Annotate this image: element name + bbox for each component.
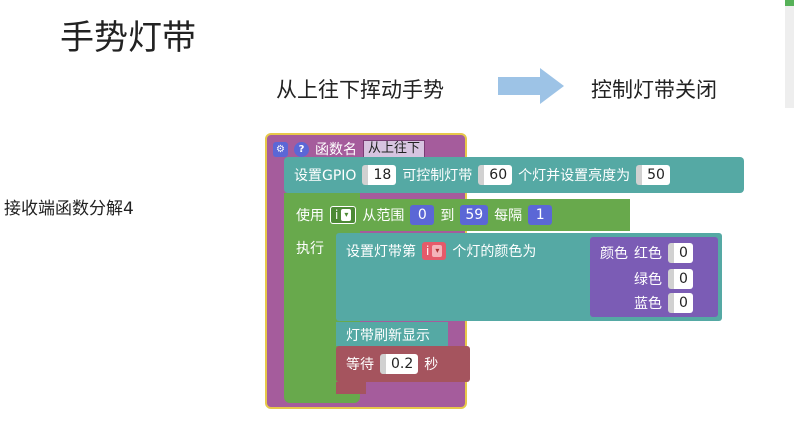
gpio-block[interactable]: 设置GPIO 18 可控制灯带 60 个灯并设置亮度为 50 — [284, 157, 744, 193]
slide-title: 手势灯带 — [60, 18, 196, 58]
blue-field[interactable]: 0 — [668, 293, 693, 313]
loop-to-label: 到 — [440, 208, 455, 224]
brightness-field[interactable]: 50 — [636, 165, 670, 185]
loop-from-field[interactable]: 0 — [410, 205, 435, 225]
loop-var-name: i — [335, 208, 339, 222]
right-arrow-icon — [498, 68, 564, 104]
exec-label: 执行 — [296, 241, 324, 257]
red-field[interactable]: 0 — [668, 243, 693, 263]
led-index-variable[interactable]: i ▾ — [422, 242, 447, 260]
color-label: 颜色 — [600, 246, 628, 262]
color-red-row: 颜色 红色 0 — [600, 243, 693, 263]
led-count-field[interactable]: 60 — [478, 165, 513, 185]
gpio-label2: 可控制灯带 — [402, 168, 473, 184]
loop-step-label: 每隔 — [494, 208, 523, 224]
wait-unit: 秒 — [424, 357, 439, 373]
edge-bar — [785, 0, 794, 108]
dropdown-icon[interactable]: ▾ — [341, 209, 352, 221]
red-label: 红色 — [634, 246, 662, 262]
color-block[interactable]: 颜色 红色 0 绿色 0 蓝色 0 — [590, 237, 718, 317]
set-led-label2: 个灯的颜色为 — [452, 244, 537, 260]
edge-indicator — [785, 0, 794, 6]
wait-label: 等待 — [346, 357, 374, 373]
refresh-block[interactable]: 灯带刷新显示 — [336, 322, 448, 346]
wait-value-field[interactable]: 0.2 — [380, 354, 419, 374]
set-led-label: 设置灯带第 — [346, 244, 416, 260]
set-led-row: 设置灯带第 i ▾ 个灯的颜色为 — [346, 241, 536, 261]
dropdown-icon[interactable]: ▾ — [432, 245, 443, 257]
green-label: 绿色 — [634, 272, 662, 288]
loop-use-label: 使用 — [296, 208, 324, 224]
function-name-field[interactable]: 从上往下 — [363, 140, 426, 158]
gpio-label3: 个灯并设置亮度为 — [518, 168, 631, 184]
wait-row: 等待 0.2 秒 — [346, 354, 438, 374]
side-label: 接收端函数分解4 — [4, 199, 134, 219]
wait-block[interactable]: 等待 0.2 秒 — [336, 346, 470, 382]
gesture-text: 从上往下挥动手势 — [276, 78, 444, 102]
refresh-label: 灯带刷新显示 — [346, 328, 430, 344]
led-var-name: i — [426, 244, 430, 258]
gear-icon[interactable]: ⚙ — [273, 141, 288, 157]
function-header: ⚙ ? 函数名 从上往下 — [273, 139, 426, 159]
gpio-pin-field[interactable]: 18 — [362, 165, 397, 185]
loop-to-field[interactable]: 59 — [460, 205, 489, 225]
color-blue-row: 蓝色 0 — [634, 293, 693, 313]
for-loop-block[interactable]: 使用 i ▾ 从范围 0 到 59 每隔 1 — [290, 199, 630, 231]
gpio-label: 设置GPIO — [294, 168, 357, 184]
loop-row: 使用 i ▾ 从范围 0 到 59 每隔 1 — [296, 205, 553, 225]
color-green-row: 绿色 0 — [634, 269, 693, 289]
loop-variable[interactable]: i ▾ — [330, 206, 357, 224]
function-label: 函数名 — [315, 142, 357, 158]
green-field[interactable]: 0 — [668, 269, 693, 289]
help-icon[interactable]: ? — [294, 141, 309, 157]
blue-label: 蓝色 — [634, 296, 662, 312]
block-bottom-tab — [336, 382, 366, 394]
refresh-row: 灯带刷新显示 — [346, 325, 430, 345]
gpio-row: 设置GPIO 18 可控制灯带 60 个灯并设置亮度为 50 — [294, 165, 670, 185]
loop-from-label: 从范围 — [362, 208, 405, 224]
loop-step-field[interactable]: 1 — [528, 205, 553, 225]
result-text: 控制灯带关闭 — [591, 78, 717, 102]
